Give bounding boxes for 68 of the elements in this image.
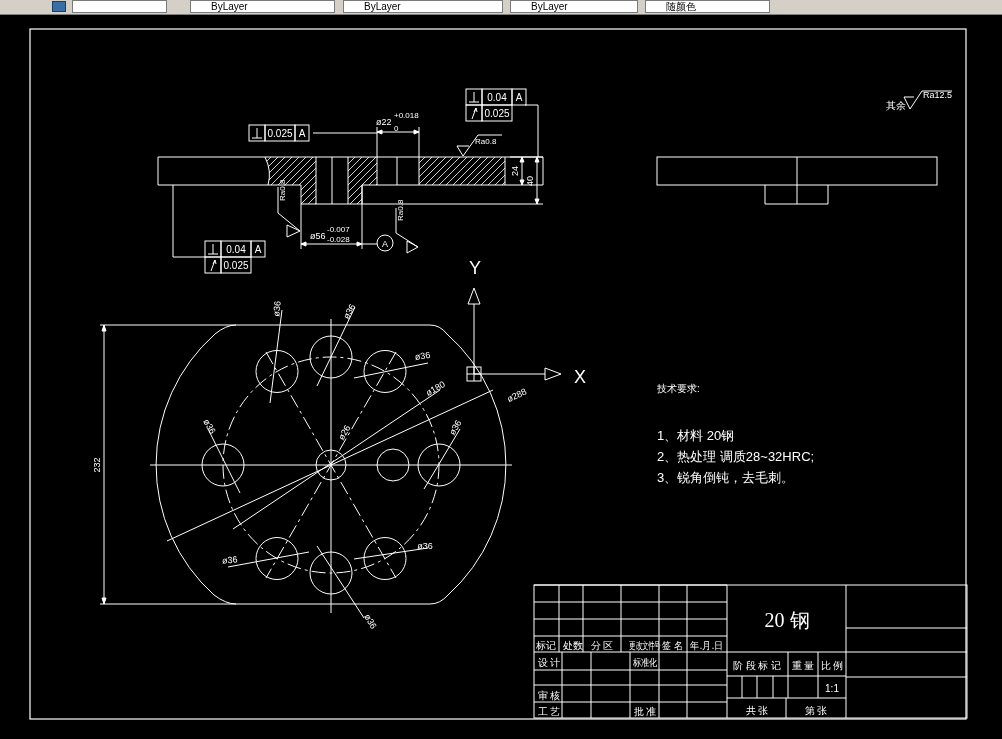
diameter-dimension: ø180 <box>424 378 447 398</box>
layer-icon[interactable] <box>52 1 66 12</box>
upper-tolerance: -0.007 <box>327 225 350 234</box>
property-dropdown[interactable]: ByLayer <box>343 0 503 13</box>
diameter-dimension: ø36 <box>417 541 433 551</box>
title-block-label: 第 张 <box>804 705 828 716</box>
property-dropdown[interactable]: ByLayer <box>190 0 335 13</box>
requirements-title: 技术要求: <box>657 383 700 394</box>
title-block-label: 重 量 <box>791 660 815 671</box>
diameter-dimension: ø36 <box>221 554 238 566</box>
perpendicularity-icon <box>207 243 219 255</box>
title-block-label: 1:1 <box>825 683 839 694</box>
property-dropdown[interactable]: ByLayer <box>510 0 638 13</box>
lower-tolerance: 0 <box>394 124 399 133</box>
diameter-dimension: ø36 <box>362 612 379 631</box>
datum-reference: A <box>298 128 306 139</box>
title-block-label: 签 名 <box>662 639 684 652</box>
title-block-label: 工 艺 <box>537 706 561 717</box>
perpendicularity-icon <box>251 127 263 139</box>
title-block-label: 共 张 <box>745 705 769 716</box>
title-block-label: 标准化 <box>632 657 658 669</box>
tolerance-value: 0.025 <box>267 128 293 139</box>
material-title: 20 钢 <box>764 609 810 631</box>
property-dropdown[interactable]: 随颜色 <box>645 0 770 13</box>
perpendicularity-icon <box>468 91 480 103</box>
datum-label: A <box>382 239 388 249</box>
upper-tolerance: +0.018 <box>394 111 419 120</box>
diameter-dimension: ø36 <box>414 350 431 363</box>
tolerance-value: 0.04 <box>226 244 246 255</box>
roughness-value: Ra0.8 <box>475 137 497 146</box>
roughness-value: Ra0.8 <box>278 179 287 201</box>
datum-reference: A <box>254 244 262 255</box>
datum-reference: A <box>515 92 523 103</box>
diameter-dimension: ø36 <box>201 417 218 436</box>
roughness-value: Ra0.8 <box>396 199 405 221</box>
axis-label: Y <box>469 258 481 278</box>
tolerance-frame <box>248 124 310 142</box>
runout-arrow-icon <box>210 259 217 272</box>
title-block-label: 比 例 <box>820 660 844 671</box>
ucs-axes-icon <box>466 287 562 382</box>
title-block-label: 处数 <box>563 640 583 651</box>
requirement-text: 1、材料 20钢 <box>657 428 735 443</box>
tolerance-value: 0.025 <box>223 260 249 271</box>
lower-tolerance: -0.028 <box>327 235 350 244</box>
roughness-value: Ra12.5 <box>923 90 953 100</box>
requirement-text: 3、锐角倒钝，去毛刺。 <box>657 470 795 485</box>
thickness-dimension: 40 <box>525 176 535 186</box>
title-block-label: 年.月.日 <box>690 639 724 652</box>
title-block-label: 更改文件号 <box>629 639 661 652</box>
title-block-label: 审 核 <box>537 690 561 701</box>
bore-dimension: ø22 <box>376 117 392 127</box>
layer-dropdown[interactable] <box>72 0 167 13</box>
title-block-label: 设 计 <box>537 657 561 668</box>
height-dimension: 232 <box>92 457 102 473</box>
general-roughness-label: 其余 <box>886 100 906 111</box>
title-block-label: 阶 段 标 记 <box>732 660 782 671</box>
requirement-text: 2、热处理 调质28~32HRC; <box>657 449 815 464</box>
tolerance-value: 0.025 <box>484 108 510 119</box>
thickness-dimension: 24 <box>510 166 520 176</box>
shaft-dimension: ø56 <box>310 231 326 241</box>
title-block-label: 标记 <box>536 640 556 651</box>
diameter-dimension: ø288 <box>505 386 529 405</box>
title-block-label: 批 准 <box>633 706 657 717</box>
axis-label: X <box>574 367 586 387</box>
diameter-dimension: ø36 <box>271 300 283 317</box>
tolerance-value: 0.04 <box>487 92 507 103</box>
title-block-label: 分 区 <box>590 640 614 651</box>
runout-arrow-icon <box>471 107 478 120</box>
